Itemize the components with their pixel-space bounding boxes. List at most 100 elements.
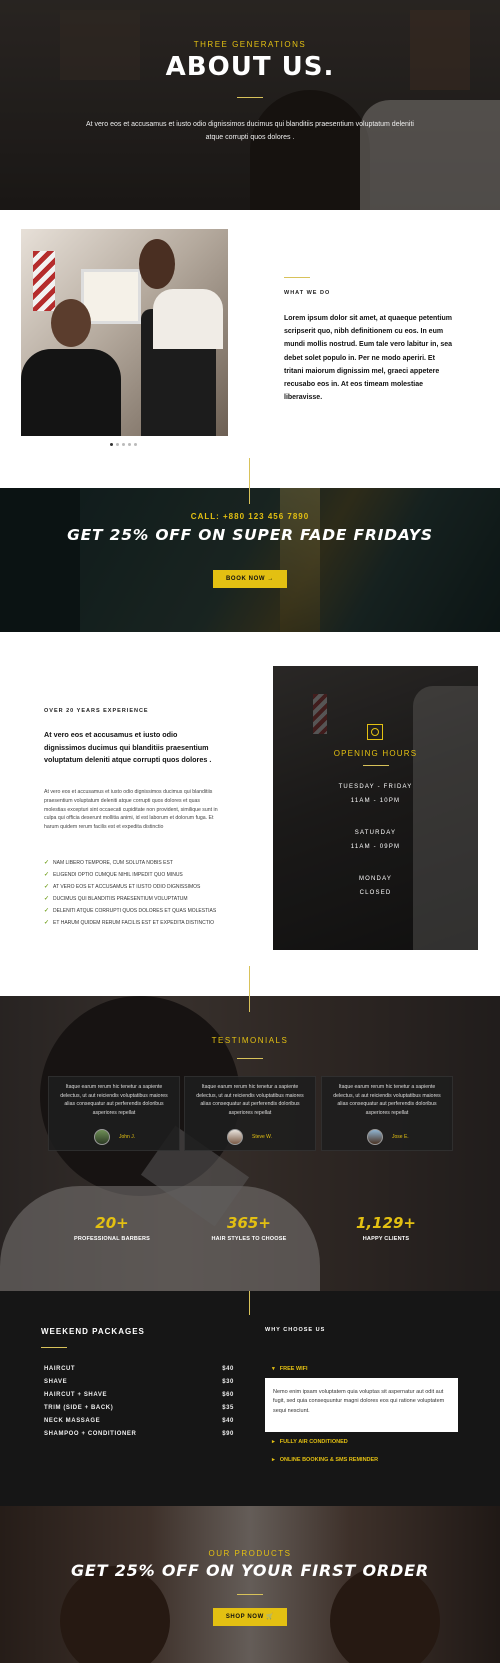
promo-title: GET 25% OFF ON SUPER FADE FRIDAYS [67,526,433,544]
about-eyebrow: WHAT WE DO [284,290,331,296]
check-item: ✓ ELIGENDI OPTIO CUMQUE NIHIL IMPEDIT QUO… [44,872,183,878]
products-eyebrow: OUR PRODUCTS [208,1549,292,1558]
package-price: $60 [222,1392,234,1398]
accordion-toggle-wifi[interactable]: ▾ FREE WIFI [272,1366,308,1372]
testimonial-card: Itaque earum rerum hic tenetur a sapient… [321,1076,453,1151]
stat-label-clients: HAPPY CLIENTS [362,1236,410,1242]
accordion-toggle-air[interactable]: ▸ FULLY AIR CONDITIONED [272,1439,348,1445]
package-name: HAIRCUT [44,1366,76,1372]
promo-vertical-line [249,488,250,504]
package-name: SHAMPOO + CONDITIONER [44,1431,137,1437]
testimonial-name: Steve W. [252,1134,273,1140]
package-price: $30 [222,1379,234,1385]
package-row: NECK MASSAGE $40 [44,1418,234,1424]
hours-monday: MONDAY [358,876,393,882]
check-item: ✓ AT VERO EOS ET ACCUSAMUS ET IUSTO ODIO … [44,884,201,890]
stat-label-barbers: PROFESSIONAL BARBERS [73,1236,151,1242]
products-divider [237,1594,263,1595]
hero-background-photo [0,0,500,210]
package-name: SHAVE [44,1379,68,1385]
hours-saturday-time: 11AM - 09PM [350,844,401,850]
hours-divider [363,765,389,766]
slider-dot[interactable] [128,443,131,446]
check-item: ✓ DELENITI ATQUE CORRUPTI QUOS DOLORES ET… [44,908,217,914]
slider-dots[interactable] [110,443,140,447]
package-price: $90 [222,1431,234,1437]
packages-title: WEEKEND PACKAGES [41,1327,145,1336]
caret-right-icon: ▸ [272,1439,275,1445]
check-item: ✓ ET HARUM QUIDEM RERUM FACILIS EST ET EX… [44,920,215,926]
accordion-body: Nemo enim ipsam voluptatem quia voluptas… [273,1389,445,1414]
shop-now-button[interactable]: SHOP NOW 🛒 [213,1608,287,1626]
hours-title: OPENING HOURS [333,749,418,758]
testimonials-divider [237,1058,263,1059]
page-title: ABOUT US. [165,52,335,82]
testimonials-title: TESTIMONIALS [211,1036,289,1045]
promo-call[interactable]: CALL: +880 123 456 7890 [0,512,500,521]
experience-eyebrow: OVER 20 YEARS EXPERIENCE [44,708,149,714]
testimonials-vertical-line [249,996,250,1012]
barber-photo-slider[interactable] [21,229,228,436]
package-row: HAIRCUT $40 [44,1366,234,1372]
hours-monday-time: CLOSED [359,890,392,896]
hero-subtitle-2: atque corrupti quos dolores . [205,134,295,141]
checkmark-icon: ✓ [44,896,50,902]
checkmark-icon: ✓ [44,920,50,926]
checkmark-icon: ✓ [44,860,50,866]
accordion-panel-wifi: Nemo enim ipsam voluptatem quia voluptas… [265,1378,458,1432]
about-body: Lorem ipsum dolor sit amet, at quaeque p… [284,315,453,402]
products-background-photo [0,1506,500,1663]
experience-vertical-line [249,966,250,996]
slider-dot[interactable] [134,443,137,446]
slider-dot-active[interactable] [110,443,113,446]
packages-vertical-line [249,1291,250,1315]
experience-body: At vero eos et accusamus et iusto odio d… [44,789,218,831]
hours-saturday: SATURDAY [354,830,397,836]
hours-weekdays-time: 11AM - 10PM [350,798,401,804]
avatar [367,1129,383,1145]
package-row: SHAMPOO + CONDITIONER $90 [44,1431,234,1437]
package-row: HAIRCUT + SHAVE $60 [44,1392,234,1398]
caret-right-icon: ▸ [272,1457,275,1463]
stat-value-clients: 1,129+ [355,1214,416,1232]
package-price: $35 [222,1405,234,1411]
hero-divider [237,97,263,98]
package-row: SHAVE $30 [44,1379,234,1385]
about-vertical-line [249,458,250,488]
products-title: GET 25% OFF ON YOUR FIRST ORDER [71,1561,429,1580]
experience-lead: At vero eos et accusamus et iusto odio d… [44,730,212,764]
promo-section: CALL: +880 123 456 7890 GET 25% OFF ON S… [0,488,500,632]
opening-hours-card: OPENING HOURS TUESDAY - FRIDAY 11AM - 10… [273,666,478,950]
testimonial-card: Itaque earum rerum hic tenetur a sapient… [48,1076,180,1151]
hero-subtitle-1: At vero eos et accusamus et iusto odio d… [85,121,414,128]
slider-dot[interactable] [116,443,119,446]
hero-eyebrow: THREE GENERATIONS [193,40,307,49]
caret-down-icon: ▾ [272,1366,275,1372]
checkmark-icon: ✓ [44,908,50,914]
accordion-toggle-booking[interactable]: ▸ ONLINE BOOKING & SMS REMINDER [272,1457,378,1463]
hours-weekdays: TUESDAY - FRIDAY [338,784,413,790]
package-name: HAIRCUT + SHAVE [44,1392,108,1398]
book-now-button[interactable]: BOOK NOW → [213,570,287,588]
products-section: OUR PRODUCTS GET 25% OFF ON YOUR FIRST O… [0,1506,500,1663]
about-section: WHAT WE DO Lorem ipsum dolor sit amet, a… [0,210,500,488]
stat-value-barbers: 20+ [95,1214,129,1232]
packages-divider [41,1347,67,1348]
check-item: ✓ DUCIMUS QUI BLANDITIIS PRAESENTIUM VOLU… [44,896,188,902]
stat-value-styles: 365+ [227,1214,271,1232]
why-title: WHY CHOOSE US [265,1327,326,1333]
package-price: $40 [222,1418,234,1424]
stat-label-styles: HAIR STYLES TO CHOOSE [211,1236,287,1242]
experience-section: OVER 20 YEARS EXPERIENCE At vero eos et … [0,632,500,996]
check-item: ✓ NAM LIBERO TEMPORE, CUM SOLUTA NOBIS ES… [44,860,173,866]
testimonial-card: Itaque earum rerum hic tenetur a sapient… [184,1076,316,1151]
package-price: $40 [222,1366,234,1372]
hero-section: THREE GENERATIONS ABOUT US. At vero eos … [0,0,500,210]
slider-dot[interactable] [122,443,125,446]
about-divider [284,277,310,278]
city-night-photo [0,488,500,632]
package-row: TRIM (SIDE + BACK) $35 [44,1405,234,1411]
avatar [227,1129,243,1145]
testimonial-name: Jose E. [392,1134,409,1140]
checkmark-icon: ✓ [44,872,50,878]
